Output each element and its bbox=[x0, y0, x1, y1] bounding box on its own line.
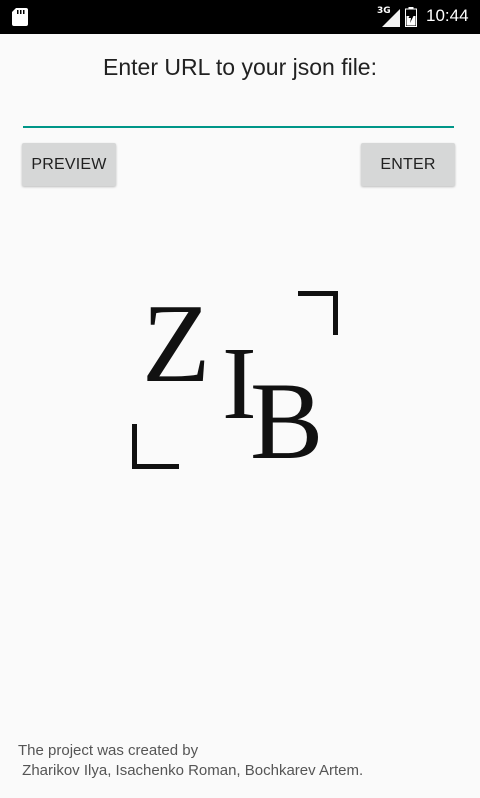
zib-logo: Z I B bbox=[130, 282, 350, 482]
status-bar: 3G 10:44 bbox=[0, 0, 480, 34]
signal-icon bbox=[382, 9, 400, 27]
logo-letter-z: Z bbox=[142, 282, 211, 406]
battery-charging-icon bbox=[405, 7, 417, 27]
sd-card-icon bbox=[12, 8, 28, 26]
url-input[interactable] bbox=[23, 92, 454, 128]
preview-button[interactable]: PREVIEW bbox=[22, 143, 116, 186]
logo-bracket-bottom-left bbox=[132, 424, 179, 469]
status-clock: 10:44 bbox=[426, 6, 469, 25]
credits-line-2: Zharikov Ilya, Isachenko Roman, Bochkare… bbox=[18, 762, 364, 779]
credits-text: The project was created by Zharikov Ilya… bbox=[18, 741, 363, 781]
app-screen: 3G 10:44 Enter URL to your json file: PR… bbox=[0, 0, 480, 798]
credits-line-1: The project was created by bbox=[18, 742, 199, 759]
logo-bracket-top-right bbox=[298, 291, 338, 335]
enter-button[interactable]: ENTER bbox=[361, 143, 455, 186]
logo-letter-b: B bbox=[250, 360, 324, 482]
page-title: Enter URL to your json file: bbox=[103, 54, 377, 80]
